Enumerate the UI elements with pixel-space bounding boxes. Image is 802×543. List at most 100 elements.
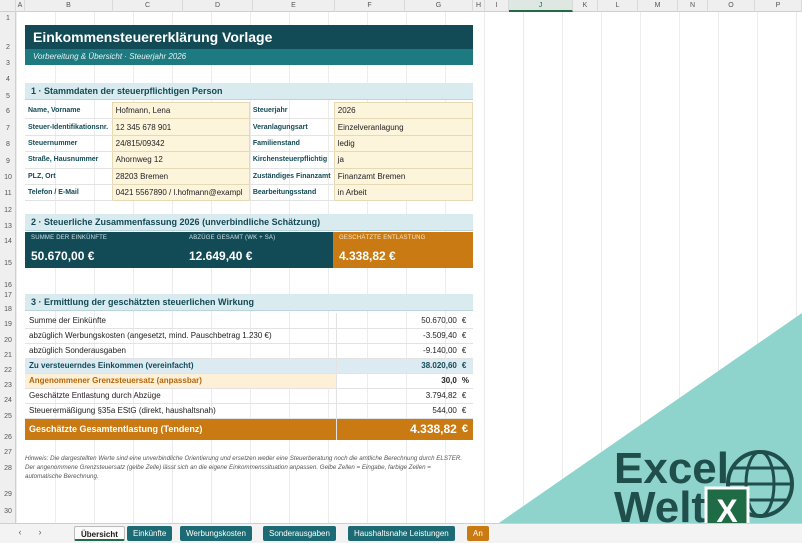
row-14[interactable]: 14: [0, 238, 16, 245]
tab-werbungskosten[interactable]: Werbungskosten: [180, 526, 252, 541]
street-input-cell[interactable]: Ahornweg 12: [111, 151, 250, 169]
calc-value-cell[interactable]: 50.670,00: [336, 313, 461, 329]
assessment-type-input-cell[interactable]: Einzelveranlagung: [333, 118, 474, 136]
tab-haushaltsnahe-leistungen[interactable]: Haushaltsnahe Leistungen: [348, 526, 455, 541]
calc-label: Geschätzte Gesamtentlastung (Tendenz): [25, 418, 338, 440]
field-label: Steuer-Identifikationsnr.: [25, 118, 113, 136]
col-k[interactable]: K: [573, 0, 598, 12]
table-row: PLZ, Ort 28203 Bremen Zuständiges Finanz…: [25, 167, 474, 185]
status-input-cell[interactable]: in Arbeit: [333, 183, 474, 202]
master-data-table: Name, Vorname Hofmann, Lena Steuerjahr 2…: [25, 101, 474, 202]
row-22[interactable]: 22: [0, 367, 16, 374]
taxable-income-cell[interactable]: 38.020,60: [336, 358, 461, 374]
scroll-tabs-right-icon[interactable]: ›: [34, 527, 46, 537]
church-tax-input-cell[interactable]: ja: [333, 151, 474, 169]
zip-city-input-cell[interactable]: 28203 Bremen: [111, 167, 250, 185]
scroll-tabs-left-icon[interactable]: ‹: [14, 527, 26, 537]
select-all-corner[interactable]: [0, 0, 16, 12]
calc-unit: %: [460, 373, 473, 389]
row-23[interactable]: 23: [0, 382, 16, 389]
row-8[interactable]: 8: [0, 141, 16, 148]
col-g[interactable]: G: [405, 0, 473, 12]
col-d[interactable]: D: [183, 0, 253, 12]
sheet-title: Einkommensteuererklärung Vorlage: [25, 25, 473, 49]
tab-uebersicht[interactable]: Übersicht: [74, 526, 125, 541]
row-9[interactable]: 9: [0, 158, 16, 165]
tab-sonderausgaben[interactable]: Sonderausgaben: [263, 526, 336, 541]
tax-id-input-cell[interactable]: 12 345 678 901: [111, 118, 250, 136]
table-row: Steuernummer 24/815/09342 Familienstand …: [25, 134, 474, 153]
row-17[interactable]: 17: [0, 292, 16, 299]
marginal-rate-input-cell[interactable]: 30,0: [336, 373, 461, 389]
row-4[interactable]: 4: [0, 76, 16, 83]
row-1[interactable]: 1: [0, 15, 16, 22]
row-18[interactable]: 18: [0, 306, 16, 313]
tax-office-input-cell[interactable]: Finanzamt Bremen: [333, 167, 474, 185]
kpi-value: 12.649,40 €: [189, 249, 253, 263]
col-p[interactable]: P: [755, 0, 802, 12]
row-2[interactable]: 2: [0, 44, 16, 51]
calc-value-cell[interactable]: 3.794,82: [336, 388, 461, 404]
row-19[interactable]: 19: [0, 321, 16, 328]
row-16[interactable]: 16: [0, 282, 16, 289]
field-label: Telefon / E-Mail: [25, 184, 113, 202]
table-row: abzüglich Sonderausgaben -9.140,00 €: [25, 343, 473, 359]
row-11[interactable]: 11: [0, 190, 16, 197]
row-21[interactable]: 21: [0, 352, 16, 359]
row-15[interactable]: 15: [0, 260, 16, 267]
total-relief-cell[interactable]: 4.338,82: [336, 418, 461, 440]
row-10[interactable]: 10: [0, 174, 16, 181]
marital-status-input-cell[interactable]: ledig: [333, 134, 474, 153]
calc-value-cell[interactable]: 544,00: [336, 403, 461, 419]
row-20[interactable]: 20: [0, 337, 16, 344]
field-label: Kirchensteuerpflichtig: [249, 151, 335, 169]
row-25[interactable]: 25: [0, 413, 16, 420]
row-5[interactable]: 5: [0, 93, 16, 100]
col-c[interactable]: C: [113, 0, 183, 12]
calc-value-cell[interactable]: -3.509,40: [336, 328, 461, 344]
row-30[interactable]: 30: [0, 508, 16, 515]
name-input-cell[interactable]: Hofmann, Lena: [111, 101, 250, 120]
table-row: Geschätzte Entlastung durch Abzüge 3.794…: [25, 388, 473, 404]
col-a[interactable]: A: [16, 0, 25, 12]
col-o[interactable]: O: [708, 0, 755, 12]
col-i[interactable]: I: [485, 0, 509, 12]
row-27[interactable]: 27: [0, 449, 16, 456]
col-l[interactable]: L: [598, 0, 638, 12]
tax-year-input-cell[interactable]: 2026: [333, 101, 474, 120]
field-label: Steuernummer: [25, 135, 113, 153]
kpi-label: Summe der Einkünfte: [31, 235, 108, 241]
calc-unit: €: [460, 403, 473, 419]
calc-value-cell[interactable]: -9.140,00: [336, 343, 461, 359]
tax-number-input-cell[interactable]: 24/815/09342: [111, 134, 250, 153]
row-29[interactable]: 29: [0, 491, 16, 498]
tab-truncated[interactable]: An: [467, 526, 489, 541]
row-28[interactable]: 28: [0, 465, 16, 472]
row-12[interactable]: 12: [0, 207, 16, 214]
col-j[interactable]: J: [509, 0, 573, 12]
contact-input-cell[interactable]: 0421 5567890 / l.hofmann@exampl: [111, 183, 250, 202]
kpi-total-deductions[interactable]: Abzüge gesamt (WK + SA) 12.649,40 €: [183, 232, 333, 268]
col-h[interactable]: H: [473, 0, 485, 12]
calc-label: Angenommener Grenzsteuersatz (anpassbar): [25, 373, 338, 389]
table-row: Steuer-Identifikationsnr. 12 345 678 901…: [25, 118, 474, 136]
worksheet[interactable]: Einkommensteuererklärung Vorlage Vorbere…: [16, 12, 802, 523]
row-13[interactable]: 13: [0, 223, 16, 230]
calc-label: Geschätzte Entlastung durch Abzüge: [25, 388, 338, 404]
row-26[interactable]: 26: [0, 434, 16, 441]
tab-einkuenfte[interactable]: Einkünfte: [127, 526, 173, 541]
row-header-bar: 1 2 3 4 5 6 7 8 9 10 11 12 13 14 15 16 1…: [0, 12, 16, 523]
row-24[interactable]: 24: [0, 397, 16, 404]
col-m[interactable]: M: [638, 0, 678, 12]
row-7[interactable]: 7: [0, 125, 16, 132]
col-b[interactable]: B: [25, 0, 113, 12]
kpi-estimated-relief[interactable]: Geschätzte Entlastung 4.338,82 €: [333, 232, 473, 268]
col-e[interactable]: E: [253, 0, 335, 12]
row-3[interactable]: 3: [0, 60, 16, 67]
kpi-label: Geschätzte Entlastung: [339, 235, 426, 241]
row-6[interactable]: 6: [0, 108, 16, 115]
col-f[interactable]: F: [335, 0, 405, 12]
kpi-total-income[interactable]: Summe der Einkünfte 50.670,00 €: [25, 232, 183, 268]
section-1-heading: 1 · Stammdaten der steuerpflichtigen Per…: [25, 83, 473, 100]
col-n[interactable]: N: [678, 0, 708, 12]
